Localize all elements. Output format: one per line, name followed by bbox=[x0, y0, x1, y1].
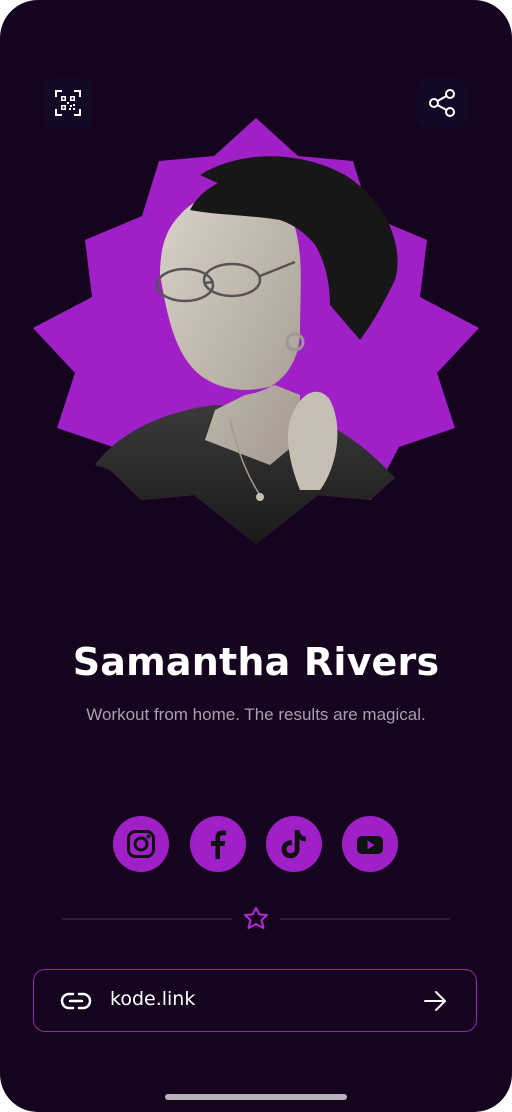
facebook-button[interactable] bbox=[190, 816, 246, 872]
youtube-icon bbox=[357, 836, 383, 854]
instagram-button[interactable] bbox=[113, 816, 169, 872]
youtube-button[interactable] bbox=[342, 816, 398, 872]
facebook-icon bbox=[211, 830, 226, 859]
home-indicator[interactable] bbox=[165, 1094, 347, 1100]
profile-hero bbox=[33, 118, 479, 544]
arrow-right-icon bbox=[424, 991, 446, 1011]
instagram-icon bbox=[127, 830, 155, 858]
tiktok-icon bbox=[281, 830, 306, 859]
tiktok-button[interactable] bbox=[266, 816, 322, 872]
star-icon bbox=[244, 907, 268, 929]
decorative-divider bbox=[62, 907, 450, 929]
profile-screen: Samantha Rivers Workout from home. The r… bbox=[0, 0, 512, 1112]
link-icon bbox=[60, 992, 92, 1010]
profile-name: Samantha Rivers bbox=[72, 640, 440, 684]
link-button[interactable]: kode.link bbox=[33, 969, 477, 1032]
profile-tagline: Workout from home. The results are magic… bbox=[86, 705, 426, 724]
link-label: kode.link bbox=[110, 988, 196, 1010]
